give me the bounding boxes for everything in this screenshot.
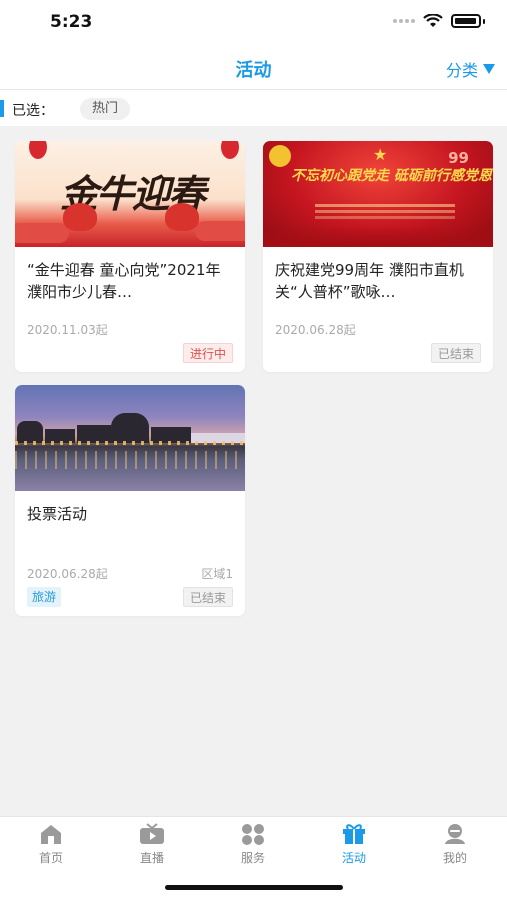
- image-footer: [263, 225, 493, 247]
- tab-activity[interactable]: 活动: [314, 823, 394, 866]
- tab-label: 活动: [341, 851, 366, 865]
- red-cloud: [15, 223, 69, 243]
- battery-icon: [451, 14, 481, 28]
- filter-chip-hot[interactable]: 热门: [80, 98, 131, 120]
- tab-services[interactable]: 服务: [213, 823, 293, 866]
- activity-card[interactable]: ★ 99 不忘初心跟党走 砥砺前行感党恩 庆祝建党99周年 濮阳市直机关“人普杯…: [263, 141, 493, 372]
- navigation-bar: 活动 分类: [0, 44, 507, 90]
- ox-icon: [63, 203, 97, 231]
- tab-home[interactable]: 首页: [11, 823, 91, 866]
- tab-mine[interactable]: 我的: [415, 823, 495, 866]
- activity-card[interactable]: 投票活动 2020.06.28起 区域1 旅游 已结束: [15, 385, 245, 616]
- activity-date: 2020.06.28起: [275, 323, 356, 337]
- tab-label: 我的: [442, 851, 467, 865]
- activity-date: 2020.11.03起: [27, 323, 108, 337]
- activity-image: 金牛迎春: [15, 141, 245, 247]
- building: [111, 413, 149, 443]
- status-bar: 5:23: [0, 0, 507, 44]
- tab-label: 首页: [38, 851, 63, 865]
- status-badge: 已结束: [430, 343, 481, 363]
- filter-bar: 已选： 热门: [0, 90, 507, 126]
- image-caption: 不忘初心跟党走 砥砺前行感党恩: [291, 168, 492, 184]
- activity-image: ★ 99 不忘初心跟党走 砥砺前行感党恩: [263, 141, 493, 247]
- tab-label: 直播: [139, 851, 164, 865]
- battery-tip: [483, 18, 485, 24]
- status-time: 5:23: [50, 12, 93, 32]
- cellular-signal-icon: [393, 19, 415, 23]
- status-icons: [393, 14, 485, 28]
- page-title: 活动: [235, 60, 272, 81]
- ox-icon: [165, 203, 199, 231]
- building: [17, 421, 43, 443]
- star-icon: ★: [373, 145, 388, 164]
- home-icon: [38, 823, 64, 845]
- activity-date: 2020.06.28起: [27, 567, 108, 581]
- red-cloud: [195, 221, 245, 241]
- filter-label: 已选：: [12, 103, 54, 119]
- live-tv-icon: [139, 823, 165, 845]
- services-grid-icon: [240, 823, 266, 845]
- triangle-down-icon: [483, 64, 495, 74]
- activity-title: “金牛迎春 童心向党”2021年濮阳市少儿春…: [27, 261, 221, 301]
- water-reflection: [15, 451, 245, 469]
- gift-icon: [341, 823, 367, 845]
- activity-region: 区域1: [201, 567, 233, 581]
- wifi-icon: [423, 14, 443, 27]
- lantern-icon: [29, 141, 47, 159]
- home-indicator[interactable]: [165, 885, 343, 890]
- tab-live[interactable]: 直播: [112, 823, 192, 866]
- activity-image: [15, 385, 245, 491]
- category-tag: 旅游: [27, 587, 62, 607]
- city-lights: [15, 441, 245, 445]
- activity-title: 投票活动: [27, 505, 88, 523]
- status-badge: 进行中: [182, 343, 233, 363]
- tab-label: 服务: [240, 851, 265, 865]
- filter-accent-bar: [0, 100, 4, 117]
- lantern-icon: [221, 141, 239, 159]
- category-label: 分类: [445, 61, 478, 80]
- party-emblem-icon: [269, 145, 291, 167]
- activity-title: 庆祝建党99周年 濮阳市直机关“人普杯”歌咏…: [275, 261, 464, 301]
- status-badge: 已结束: [182, 587, 233, 607]
- image-fine-print: [315, 201, 455, 222]
- category-button[interactable]: 分类: [446, 57, 495, 81]
- profile-icon: [442, 823, 468, 845]
- activity-card[interactable]: 金牛迎春 “金牛迎春 童心向党”2021年濮阳市少儿春… 2020.11.03起…: [15, 141, 245, 372]
